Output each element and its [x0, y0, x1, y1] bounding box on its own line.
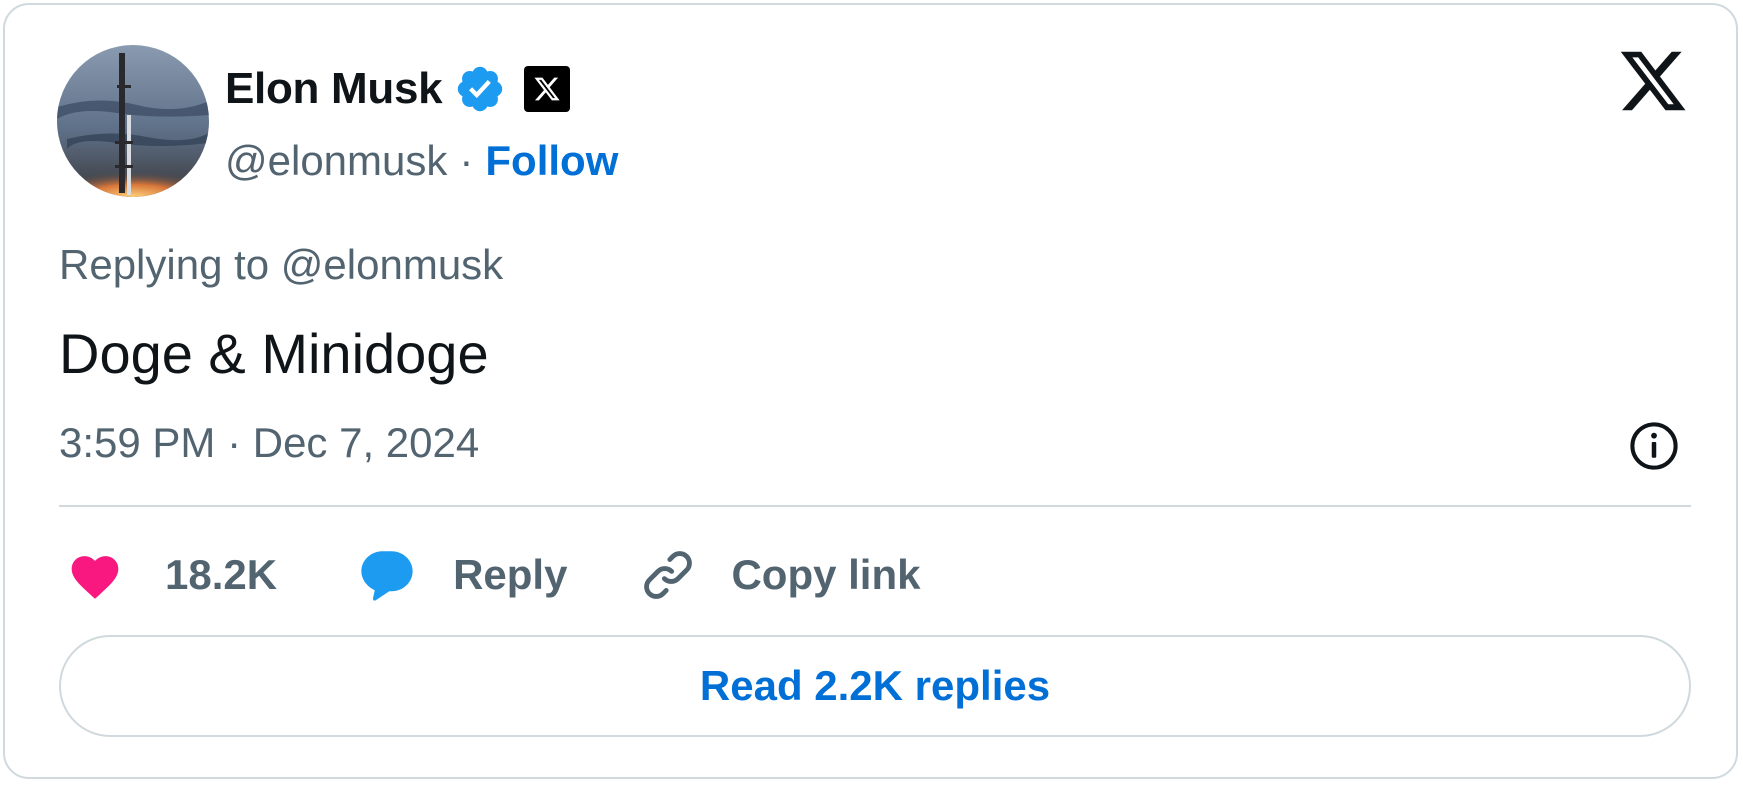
copy-link-button[interactable]: Copy link	[567, 546, 920, 604]
verified-badge-icon	[454, 63, 506, 115]
author-name-row: Elon Musk	[225, 61, 571, 117]
like-button[interactable]: 18.2K	[67, 549, 277, 601]
heart-icon	[67, 549, 123, 601]
like-count: 18.2K	[165, 551, 278, 598]
link-icon	[639, 546, 697, 604]
tweet-embed-card: Elon Musk @elonmusk · Follow Replying to…	[3, 3, 1738, 779]
avatar-rocket-image	[57, 45, 209, 197]
copy-link-label: Copy link	[731, 551, 921, 598]
x-affiliate-badge-icon	[524, 66, 571, 112]
divider	[59, 505, 1691, 507]
author-name[interactable]: Elon Musk	[225, 64, 443, 114]
replying-to-text[interactable]: Replying to @elonmusk	[59, 241, 503, 289]
info-icon[interactable]	[1627, 419, 1681, 473]
reply-label: Reply	[453, 551, 568, 598]
read-replies-button[interactable]: Read 2.2K replies	[59, 635, 1691, 737]
tweet-timestamp[interactable]: 3:59 PM · Dec 7, 2024	[59, 419, 479, 467]
author-handle-row: @elonmusk · Follow	[225, 133, 618, 189]
follow-button[interactable]: Follow	[485, 137, 618, 185]
avatar[interactable]	[57, 45, 209, 197]
speech-bubble-icon	[357, 547, 417, 603]
tweet-text: Doge & Minidoge	[59, 322, 489, 385]
reply-button[interactable]: Reply	[277, 547, 567, 603]
author-handle[interactable]: @elonmusk	[225, 137, 447, 185]
x-logo-icon[interactable]	[1617, 51, 1689, 117]
separator-dot: ·	[459, 137, 474, 184]
action-bar: 18.2K Reply Copy link	[67, 545, 920, 605]
